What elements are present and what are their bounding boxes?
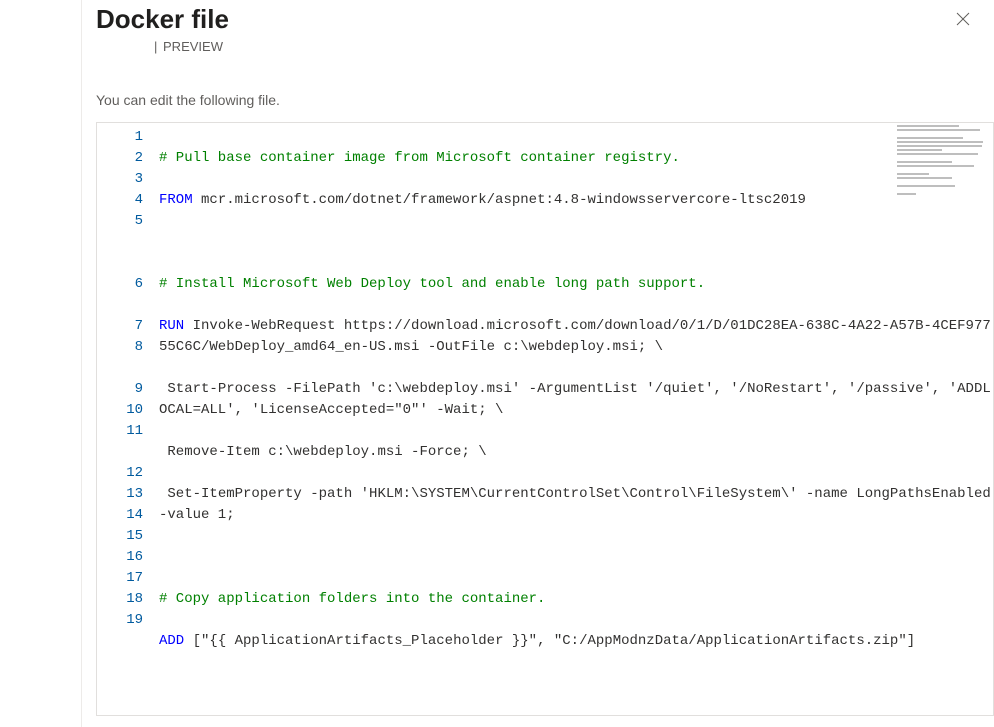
line-number: 1 bbox=[97, 127, 143, 148]
pipe-separator: | bbox=[154, 39, 157, 54]
line-number: 12 bbox=[97, 463, 143, 484]
line-number: 10 bbox=[97, 400, 143, 421]
line-number: 11 bbox=[97, 421, 143, 463]
line-number: 6 bbox=[97, 274, 143, 316]
title-block: Docker file | PREVIEW bbox=[96, 4, 229, 54]
line-number: 18 bbox=[97, 589, 143, 610]
code-line: Start-Process -FilePath 'c:\webdeploy.ms… bbox=[159, 379, 993, 421]
preview-badge: | PREVIEW bbox=[96, 39, 229, 54]
code-line: ADD ["{{ ApplicationArtifacts_Placeholde… bbox=[159, 631, 993, 652]
line-number: 9 bbox=[97, 379, 143, 400]
line-number: 5 bbox=[97, 211, 143, 274]
docker-file-panel: Docker file | PREVIEW You can edit the f… bbox=[0, 0, 994, 727]
code-line: # Install Microsoft Web Deploy tool and … bbox=[159, 274, 993, 295]
code-line bbox=[159, 547, 993, 568]
preview-label: PREVIEW bbox=[163, 39, 223, 54]
line-number: 8 bbox=[97, 337, 143, 379]
line-number: 2 bbox=[97, 148, 143, 169]
line-number-gutter: 1 2 3 4 5 6 7 8 9 10 11 12 13 14 15 16 1… bbox=[97, 123, 155, 715]
code-line: RUN Invoke-WebRequest https://download.m… bbox=[159, 316, 993, 358]
line-number: 15 bbox=[97, 526, 143, 547]
page-title: Docker file bbox=[96, 4, 229, 35]
line-number: 19 bbox=[97, 610, 143, 631]
line-number: 14 bbox=[97, 505, 143, 526]
editor-body: 1 2 3 4 5 6 7 8 9 10 11 12 13 14 15 16 1… bbox=[97, 123, 993, 715]
code-editor[interactable]: 1 2 3 4 5 6 7 8 9 10 11 12 13 14 15 16 1… bbox=[96, 122, 994, 716]
description-text: You can edit the following file. bbox=[96, 92, 994, 108]
code-line: Remove-Item c:\webdeploy.msi -Force; \ bbox=[159, 442, 993, 463]
line-number: 4 bbox=[97, 190, 143, 211]
code-line: # Copy application folders into the cont… bbox=[159, 589, 993, 610]
code-line bbox=[159, 232, 993, 253]
panel-header: Docker file | PREVIEW bbox=[96, 4, 994, 54]
close-button[interactable] bbox=[950, 6, 976, 32]
line-number: 16 bbox=[97, 547, 143, 568]
code-line: Set-ItemProperty -path 'HKLM:\SYSTEM\Cur… bbox=[159, 484, 993, 526]
line-number: 13 bbox=[97, 484, 143, 505]
code-line: # Pull base container image from Microso… bbox=[159, 148, 993, 169]
code-line: FROM mcr.microsoft.com/dotnet/framework/… bbox=[159, 190, 993, 211]
line-number: 3 bbox=[97, 169, 143, 190]
line-number: 7 bbox=[97, 316, 143, 337]
code-line bbox=[159, 673, 993, 694]
line-number: 17 bbox=[97, 568, 143, 589]
code-content[interactable]: # Pull base container image from Microso… bbox=[155, 123, 993, 715]
